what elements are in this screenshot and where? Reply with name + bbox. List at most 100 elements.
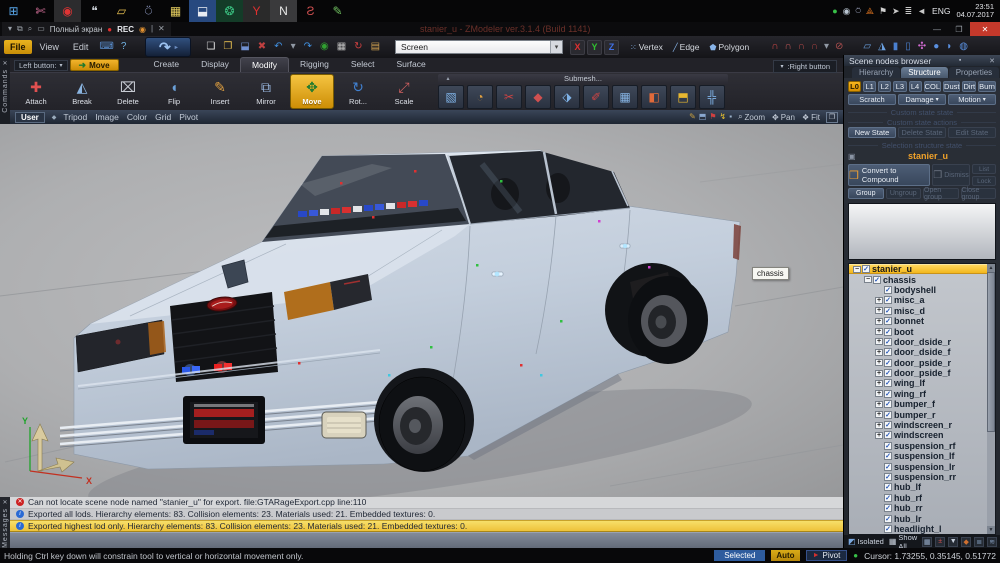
commands-close-icon[interactable]: ✕ (2, 58, 7, 69)
maximize-button[interactable]: ❐ (948, 22, 970, 36)
new-file-icon[interactable]: ❏ (204, 42, 217, 52)
tree-item-bonnet[interactable]: +✓bonnet (849, 316, 995, 326)
panel-list-icon[interactable]: ▦ (922, 537, 932, 547)
snap-face-icon[interactable]: ∩ (796, 42, 807, 52)
visibility-checkbox[interactable]: ✓ (862, 265, 870, 273)
left-button-tool[interactable]: ➜ Move (70, 59, 119, 71)
snap-vertex-icon[interactable]: ∩ (769, 42, 780, 52)
recorder-menu-icon[interactable]: ▾ (8, 25, 12, 33)
visibility-checkbox[interactable]: ✓ (884, 379, 892, 387)
ribbon-tab-create[interactable]: Create (143, 57, 191, 72)
tree-item-hub-rf[interactable]: ✓hub_rf (849, 493, 995, 503)
tree-item-suspension-rr[interactable]: ✓suspension_rr (849, 472, 995, 482)
lod-l3-button[interactable]: L3 (893, 81, 906, 92)
vp-pencil-icon[interactable]: ✎ (689, 113, 696, 121)
panel-tab-hierarchy[interactable]: Hierarchy (852, 67, 900, 78)
submesh-tool-1-icon[interactable]: ▧ (438, 85, 464, 109)
submesh-tool-9-icon[interactable]: ⬒ (670, 85, 696, 109)
menu-view[interactable]: View (34, 40, 65, 54)
viewport-menu-color[interactable]: Color (127, 112, 147, 122)
lod-burn-button[interactable]: Burn (978, 81, 996, 92)
collapse-icon[interactable]: − (853, 266, 861, 273)
tree-item-hub-lr[interactable]: ✓hub_lr (849, 513, 995, 523)
new-state-button[interactable]: New State (848, 127, 896, 138)
visibility-checkbox[interactable]: ✓ (884, 369, 892, 377)
group-button[interactable]: Group (848, 188, 884, 199)
save-file-icon[interactable]: ⬓ (238, 42, 251, 52)
visibility-checkbox[interactable]: ✓ (884, 473, 892, 481)
tree-item-boot[interactable]: +✓boot (849, 326, 995, 336)
expand-icon[interactable]: + (875, 401, 883, 408)
tree-item-bumper-f[interactable]: +✓bumper_f (849, 399, 995, 409)
scene-tree[interactable]: −✓stanier_u−✓chassis✓bodyshell+✓misc_a+✓… (848, 263, 996, 535)
panel-tab-properties[interactable]: Properties (949, 67, 999, 78)
message-row[interactable]: iExported all lods. Hierarchy elements: … (10, 509, 843, 521)
lod-l1-button[interactable]: L1 (863, 81, 876, 92)
convert-to-compound-button[interactable]: ❒ Convert to Compound (848, 164, 930, 186)
help-icon[interactable]: ? (119, 42, 129, 52)
save-app-icon[interactable]: ⬓ (189, 0, 216, 22)
submesh-tool-3-icon[interactable]: ✂ (496, 85, 522, 109)
expand-icon[interactable]: + (875, 380, 883, 387)
submesh-tool-7-icon[interactable]: ▦ (612, 85, 638, 109)
message-row[interactable]: ✕Can not locate scene node named "stanie… (10, 497, 843, 509)
lod-dirt-button[interactable]: Dirt (962, 81, 976, 92)
prim-plane-icon[interactable]: ▱ (861, 42, 873, 52)
messages-side-tab[interactable]: ✕ Messages (0, 497, 10, 548)
state-damage-button[interactable]: Damage▾ (898, 94, 946, 105)
tree-item-hub-lf[interactable]: ✓hub_lf (849, 482, 995, 492)
scroll-thumb[interactable] (987, 272, 995, 432)
tree-item-bodyshell[interactable]: ✓bodyshell (849, 285, 995, 295)
open-file-icon[interactable]: ❐ (221, 42, 234, 52)
submesh-tool-6-icon[interactable]: ✐ (583, 85, 609, 109)
visibility-checkbox[interactable]: ✓ (884, 348, 892, 356)
car-model[interactable]: Y X (0, 124, 843, 497)
tree-item-windscreen[interactable]: +✓windscreen (849, 430, 995, 440)
viewport-menu-tripod[interactable]: Tripod (63, 112, 87, 122)
scroll-down-icon[interactable]: ▼ (987, 526, 995, 534)
submesh-tool-2-icon[interactable]: ◔ (467, 85, 493, 109)
network-icon[interactable]: ≣ (905, 7, 913, 16)
expand-icon[interactable]: + (875, 411, 883, 418)
discord-icon[interactable]: ⍥ (135, 0, 162, 22)
submesh-tool-8-icon[interactable]: ◧ (641, 85, 667, 109)
visibility-checkbox[interactable]: ✓ (884, 463, 892, 471)
panel-export-icon[interactable]: ◆ (961, 537, 971, 547)
recorder-window-icon[interactable]: ⧉ (17, 25, 23, 33)
undo-icon[interactable]: ↶ (272, 42, 284, 52)
pivot-button[interactable]: ► Pivot (806, 550, 848, 561)
prim-box-icon[interactable]: ▮ (891, 42, 901, 52)
quick-undo-button[interactable]: ↷▸ (145, 37, 191, 57)
visibility-checkbox[interactable]: ✓ (884, 400, 892, 408)
expand-icon[interactable]: + (875, 307, 883, 314)
viewport-menu-image[interactable]: Image (95, 112, 119, 122)
status-green-icon[interactable]: ● (832, 7, 837, 16)
lod-l2-button[interactable]: L2 (878, 81, 891, 92)
view-selector[interactable]: User (15, 112, 45, 123)
viewport-3d[interactable]: Y X chassis (0, 124, 843, 497)
tree-item-headlight-l[interactable]: ✓headlight_l (849, 524, 995, 534)
panel-collapse-icon[interactable]: ▼ (948, 537, 958, 547)
lod-l4-button[interactable]: L4 (909, 81, 922, 92)
panel-add-remove-icon[interactable]: ± (935, 537, 945, 547)
snip-tool-icon[interactable]: ✄ (27, 0, 54, 22)
visibility-checkbox[interactable]: ✓ (884, 483, 892, 491)
tree-item-door-pside-r[interactable]: +✓door_pside_r (849, 358, 995, 368)
tree-item-suspension-rf[interactable]: ✓suspension_rf (849, 441, 995, 451)
viewport-fit-button[interactable]: ❖Fit (802, 112, 820, 122)
recorder-region-icon[interactable]: ▭ (37, 25, 45, 33)
messenger-icon[interactable]: ❝ (81, 0, 108, 22)
lod-l0-button[interactable]: L0 (848, 81, 861, 92)
volume-icon[interactable]: ◄ (917, 7, 926, 16)
notepad-icon[interactable]: N (270, 0, 297, 22)
menu-file[interactable]: File (4, 40, 32, 54)
close-button[interactable]: ✕ (970, 22, 1000, 36)
visibility-checkbox[interactable]: ✓ (884, 286, 892, 294)
prim-sphere-icon[interactable]: ● (931, 42, 941, 52)
tree-item-misc-a[interactable]: +✓misc_a (849, 295, 995, 305)
viewport-zoom-button[interactable]: ⌕Zoom (738, 112, 765, 122)
expand-icon[interactable]: + (875, 390, 883, 397)
refresh-icon[interactable]: ↻ (352, 42, 364, 52)
mode-vertex-button[interactable]: ⁙Vertex (626, 40, 667, 54)
selected-indicator[interactable]: Selected (714, 550, 765, 561)
